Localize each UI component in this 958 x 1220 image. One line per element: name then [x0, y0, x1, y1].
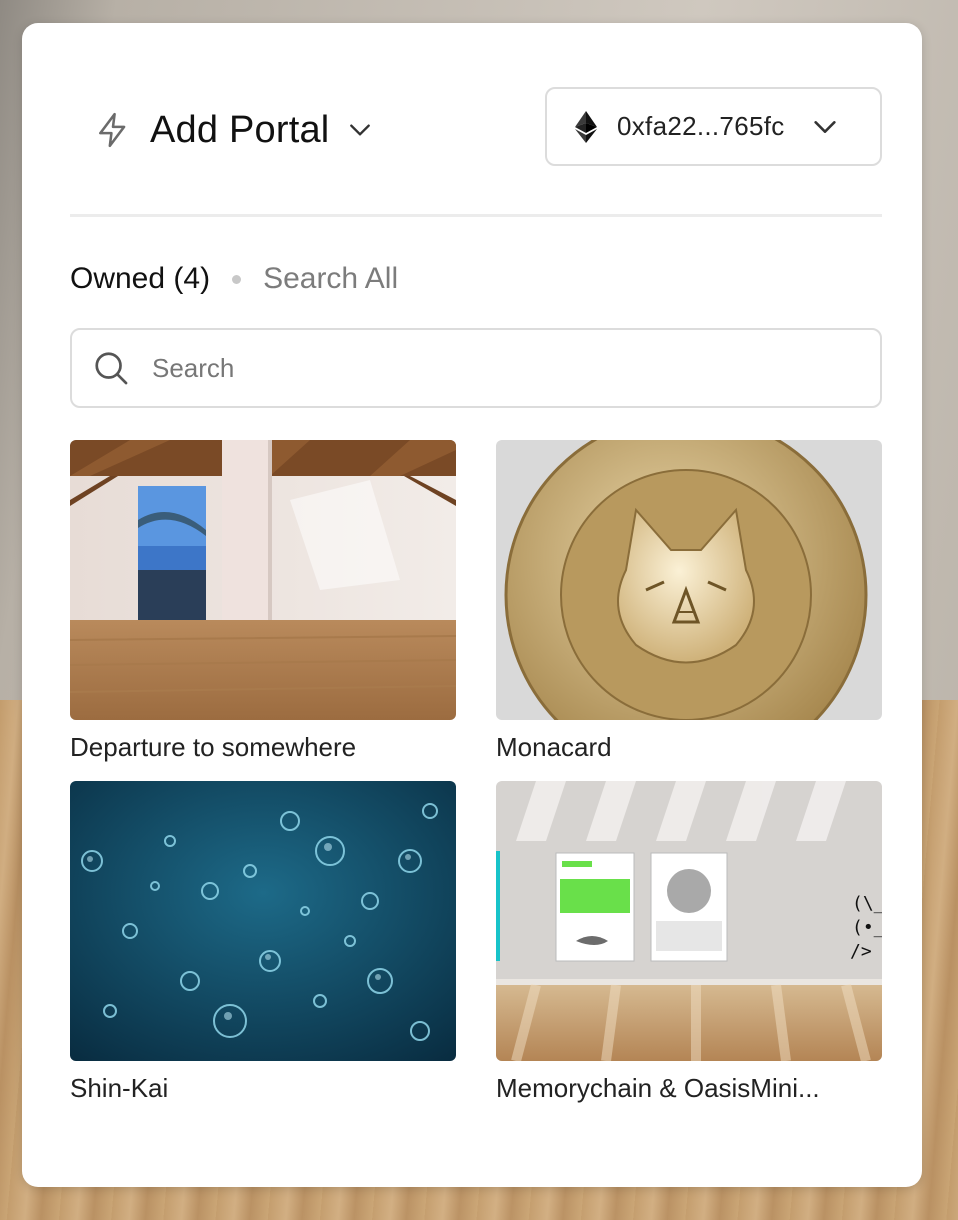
svg-text:(\_: (\_: [852, 893, 882, 914]
add-portal-dropdown[interactable]: Add Portal: [94, 105, 373, 155]
header-divider: [70, 214, 882, 217]
portal-card[interactable]: Departure to somewhere: [70, 440, 456, 763]
portal-thumbnail: [70, 781, 456, 1061]
portal-card[interactable]: Monacard: [496, 440, 882, 763]
panel-header: Add Portal 0xfa22...765fc: [22, 23, 922, 223]
portal-thumbnail: [496, 440, 882, 720]
portal-thumbnail: (\_ (•_ />: [496, 781, 882, 1061]
bolt-icon: [94, 110, 132, 150]
search-box[interactable]: [70, 328, 882, 408]
portal-thumbnail: [70, 440, 456, 720]
portal-card[interactable]: Shin-Kai: [70, 781, 456, 1104]
portal-name: Monacard: [496, 732, 612, 762]
portal-card[interactable]: (\_ (•_ /> Memorychain & OasisMini...: [496, 781, 882, 1104]
portal-name: Memorychain & OasisMini...: [496, 1073, 820, 1103]
add-portal-panel: Add Portal 0xfa22...765fc Owned (4) Sear…: [22, 23, 922, 1187]
search-icon: [92, 349, 130, 387]
chevron-down-icon: [347, 117, 373, 143]
tab-owned[interactable]: Owned (4): [70, 262, 210, 296]
chevron-down-icon: [811, 113, 839, 141]
svg-text:(•_: (•_: [852, 917, 882, 938]
search-input[interactable]: [152, 352, 832, 384]
wallet-selector[interactable]: 0xfa22...765fc: [545, 87, 882, 166]
panel-title: Add Portal: [150, 108, 330, 151]
ethereum-icon: [575, 110, 597, 143]
tab-search-all[interactable]: Search All: [263, 262, 398, 296]
portal-name: Shin-Kai: [70, 1073, 169, 1103]
tab-separator-dot: [232, 274, 242, 284]
wallet-address: 0xfa22...765fc: [617, 111, 785, 141]
svg-text:/>: />: [850, 941, 872, 962]
portal-tabs: Owned (4) Search All: [70, 259, 398, 299]
portal-name: Departure to somewhere: [70, 732, 357, 762]
